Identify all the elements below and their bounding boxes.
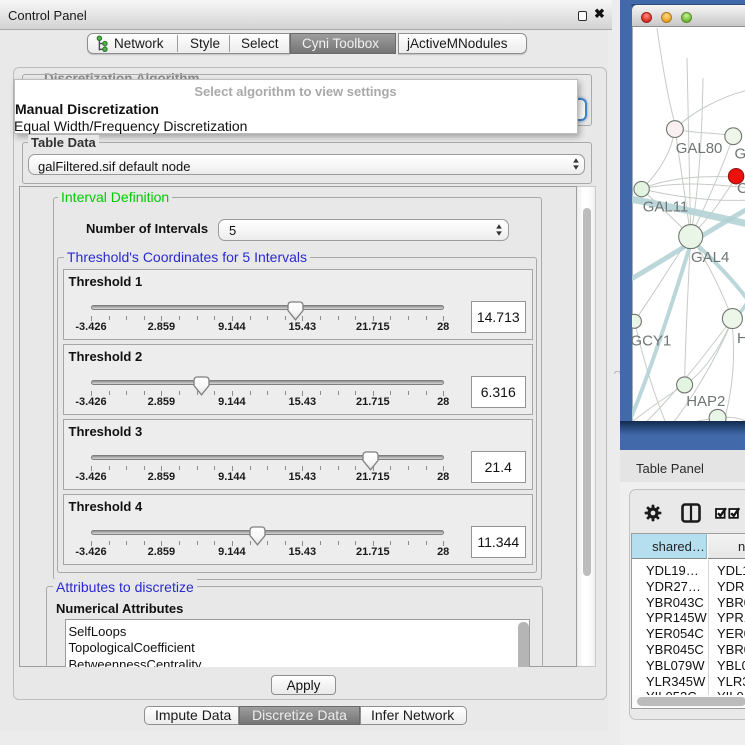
svg-text:GAL80: GAL80: [676, 140, 723, 157]
svg-text:G: G: [735, 145, 745, 162]
svg-text:GCY1: GCY1: [632, 332, 671, 349]
svg-text:H: H: [737, 330, 745, 347]
svg-text:GAL11: GAL11: [643, 199, 689, 216]
svg-text:HAP2: HAP2: [686, 393, 725, 410]
svg-text:GAL4: GAL4: [691, 249, 729, 266]
svg-text:C: C: [737, 180, 745, 197]
